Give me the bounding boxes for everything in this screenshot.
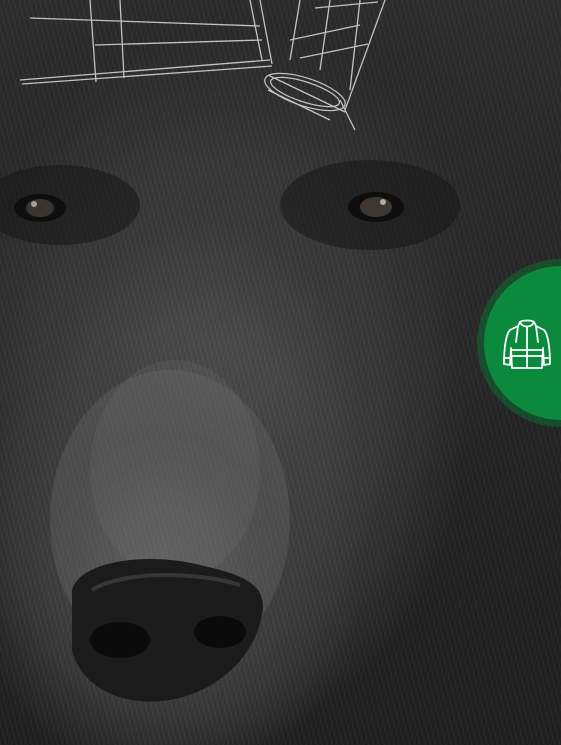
bear-nose — [72, 558, 263, 702]
bear-eye-right — [348, 192, 404, 222]
hi-vis-jacket-icon — [503, 319, 551, 369]
sketch-overlay — [19, 0, 386, 131]
bear-face-illustration — [0, 0, 460, 702]
bear-eye-left — [14, 194, 66, 222]
bear-photo-background — [0, 0, 561, 745]
